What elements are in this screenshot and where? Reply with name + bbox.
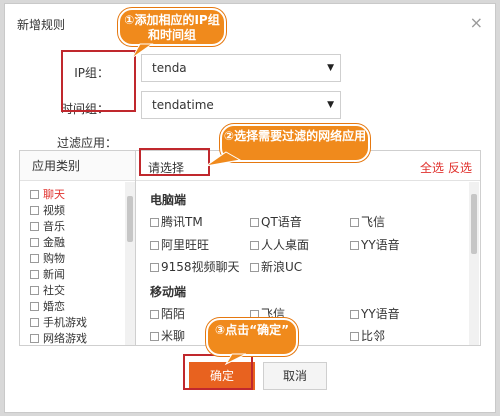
checkbox-icon: [30, 190, 39, 199]
close-icon[interactable]: ×: [470, 13, 483, 32]
category-label: 音乐: [43, 220, 65, 233]
time-group-value: tendatime: [152, 98, 214, 112]
checkbox-icon: [350, 218, 359, 227]
category-label: 购物: [43, 252, 65, 265]
chevron-down-icon: ▼: [327, 100, 334, 110]
highlight-box-please-select: [139, 148, 210, 176]
app-label: 陌陌: [161, 307, 186, 321]
time-group-select[interactable]: tendatime ▼: [141, 91, 341, 119]
checkbox-icon: [30, 270, 39, 279]
app-checkbox[interactable]: 米聊: [150, 327, 185, 344]
app-label: YY语音: [361, 307, 400, 321]
watermark-sub: luyouqi.com: [406, 390, 468, 401]
category-label: 聊天: [43, 188, 65, 201]
watermark: 路由器 luyouqi.com: [370, 356, 490, 410]
category-item[interactable]: 新闻: [30, 267, 136, 283]
app-label: 腾讯TM: [161, 215, 203, 229]
category-item[interactable]: 社交: [30, 283, 136, 299]
ip-group-value: tenda: [152, 61, 187, 75]
app-checkbox[interactable]: 人人桌面: [250, 236, 309, 253]
category-label: 婚恋: [43, 300, 65, 313]
ip-group-select[interactable]: tenda ▼: [141, 54, 341, 82]
checkbox-icon: [350, 241, 359, 250]
category-label: 金融: [43, 236, 65, 249]
category-item[interactable]: 音乐: [30, 219, 136, 235]
app-checkbox[interactable]: YY语音: [350, 236, 400, 253]
category-list: 聊天视频音乐金融购物新闻社交婚恋手机游戏网络游戏: [20, 181, 136, 347]
category-item[interactable]: 手机游戏: [30, 315, 136, 331]
category-item[interactable]: 网络游戏: [30, 331, 136, 347]
app-panel: 请选择 全选 反选 电脑端 腾讯TM QT语音 飞信 阿里旺旺 人人桌面 YY语…: [135, 150, 481, 346]
category-label: 社交: [43, 284, 65, 297]
category-item[interactable]: 购物: [30, 251, 136, 267]
checkbox-icon: [30, 286, 39, 295]
app-checkbox[interactable]: 飞信: [350, 213, 385, 230]
category-item[interactable]: 视频: [30, 203, 136, 219]
app-label: 阿里旺旺: [161, 238, 210, 252]
category-header: 应用类别: [20, 151, 136, 181]
dialog-title: 新增规则: [17, 18, 66, 32]
app-scrollbar[interactable]: [469, 182, 479, 345]
app-label: 人人桌面: [261, 238, 310, 252]
category-label: 网络游戏: [43, 332, 87, 345]
app-checkbox[interactable]: 9158视频聊天: [150, 258, 240, 275]
checkbox-icon: [30, 206, 39, 215]
checkbox-icon: [350, 332, 359, 341]
category-label: 新闻: [43, 268, 65, 281]
checkbox-icon: [30, 222, 39, 231]
category-scrollbar[interactable]: [125, 182, 135, 345]
checkbox-icon: [30, 238, 39, 247]
checkbox-icon: [250, 218, 259, 227]
app-checkbox[interactable]: 比邻: [350, 327, 385, 344]
select-inverse-link[interactable]: 反选: [448, 159, 472, 176]
checkbox-icon: [30, 254, 39, 263]
checkbox-icon: [150, 241, 159, 250]
checkbox-icon: [150, 310, 159, 319]
checkbox-icon: [150, 263, 159, 272]
group-title-mobile: 移动端: [150, 285, 187, 299]
app-label: 9158视频聊天: [161, 260, 240, 274]
checkbox-icon: [30, 318, 39, 327]
app-label: 新浪UC: [261, 260, 303, 274]
app-label: 比邻: [361, 329, 386, 343]
callout-step-1: ①添加相应的IP组和时间组: [118, 8, 226, 46]
callout-step-2: ②选择需要过滤的网络应用: [220, 124, 370, 162]
cancel-button[interactable]: 取消: [263, 362, 327, 390]
chevron-down-icon: ▼: [327, 63, 334, 73]
app-checkbox[interactable]: 陌陌: [150, 305, 185, 322]
callout-step-3: ③点击“确定”: [206, 318, 298, 356]
category-item[interactable]: 聊天: [30, 187, 136, 203]
category-label: 视频: [43, 204, 65, 217]
category-item[interactable]: 金融: [30, 235, 136, 251]
app-label: QT语音: [261, 215, 302, 229]
filter-apps-label: 过滤应用：: [57, 136, 118, 150]
group-title-desktop: 电脑端: [150, 193, 187, 207]
category-item[interactable]: 婚恋: [30, 299, 136, 315]
checkbox-icon: [150, 218, 159, 227]
checkbox-icon: [350, 310, 359, 319]
app-checkbox[interactable]: YY语音: [350, 305, 400, 322]
app-checkbox[interactable]: 新浪UC: [250, 258, 302, 275]
app-checkbox[interactable]: 腾讯TM: [150, 213, 203, 230]
checkbox-icon: [30, 302, 39, 311]
app-label: 飞信: [361, 215, 386, 229]
highlight-box-fields: [61, 50, 136, 112]
highlight-box-confirm: [183, 354, 253, 390]
app-checkbox[interactable]: 阿里旺旺: [150, 236, 209, 253]
category-label: 手机游戏: [43, 316, 87, 329]
router-logo-icon: [370, 364, 396, 390]
checkbox-icon: [150, 332, 159, 341]
checkbox-icon: [30, 334, 39, 343]
category-panel: 应用类别 聊天视频音乐金融购物新闻社交婚恋手机游戏网络游戏: [19, 150, 137, 346]
select-all-link[interactable]: 全选: [420, 159, 444, 176]
checkbox-icon: [250, 241, 259, 250]
app-checkbox[interactable]: QT语音: [250, 213, 302, 230]
checkbox-icon: [250, 263, 259, 272]
app-label: YY语音: [361, 238, 400, 252]
app-label: 米聊: [161, 329, 186, 343]
